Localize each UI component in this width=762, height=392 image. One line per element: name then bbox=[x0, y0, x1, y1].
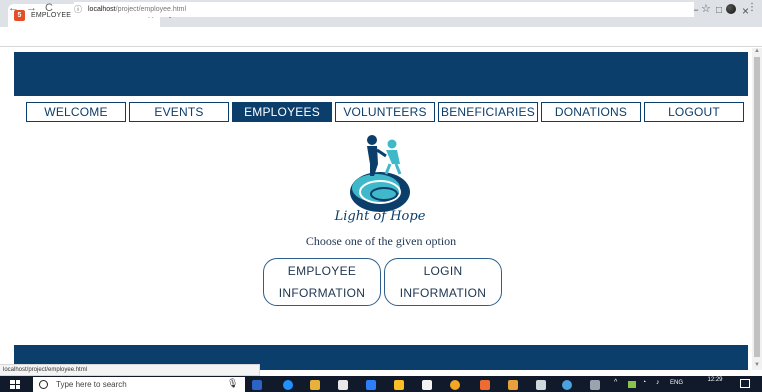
employee-information-label-line2: INFORMATION bbox=[278, 286, 366, 300]
edge-browser-icon[interactable] bbox=[283, 380, 293, 390]
info-icon[interactable]: ⓘ bbox=[74, 4, 82, 15]
maximize-window-button[interactable]: □ bbox=[716, 5, 722, 16]
scroll-down-arrow-icon[interactable]: ▼ bbox=[752, 362, 762, 370]
nav-logout[interactable]: LOGOUT bbox=[644, 102, 744, 122]
volume-icon[interactable]: ♪ bbox=[656, 379, 660, 386]
taskbar-search-input[interactable]: Type here to search bbox=[33, 377, 245, 392]
profile-avatar-icon[interactable] bbox=[726, 4, 736, 14]
task-view-icon[interactable] bbox=[252, 380, 262, 390]
support-app-icon[interactable] bbox=[562, 380, 572, 390]
nav-employees[interactable]: EMPLOYEES bbox=[232, 102, 332, 122]
xampp-icon[interactable] bbox=[480, 380, 490, 390]
main-navigation: WELCOME EVENTS EMPLOYEES VOLUNTEERS BENE… bbox=[26, 102, 744, 122]
reload-icon[interactable]: C bbox=[45, 2, 53, 14]
dropbox-icon[interactable] bbox=[366, 380, 376, 390]
notification-center-icon[interactable] bbox=[740, 379, 750, 388]
page-header-band bbox=[14, 52, 748, 96]
network-icon[interactable]: ◔ bbox=[642, 379, 646, 386]
login-information-button[interactable]: LOGIN INFORMATION bbox=[384, 258, 502, 306]
people-icon[interactable] bbox=[590, 380, 600, 390]
nav-beneficiaries[interactable]: BENEFICIARIES bbox=[438, 102, 538, 122]
login-information-label-line1: LOGIN bbox=[423, 264, 463, 278]
link-status-bar: localhost/project/employee.html bbox=[0, 364, 260, 376]
sublime-text-icon[interactable] bbox=[508, 380, 518, 390]
url-path: /project/employee.html bbox=[115, 6, 187, 13]
address-bar[interactable]: ⓘ localhost /project/employee.html bbox=[74, 2, 694, 17]
choose-option-prompt: Choose one of the given option bbox=[305, 234, 457, 248]
bookmark-star-icon[interactable]: ☆ bbox=[701, 2, 711, 15]
language-indicator[interactable]: ENG bbox=[670, 380, 683, 386]
nav-welcome[interactable]: WELCOME bbox=[26, 102, 126, 122]
taskbar-clock[interactable]: 12:29 bbox=[700, 377, 730, 384]
logo-text: Light of Hope bbox=[334, 209, 426, 224]
windows-start-icon[interactable] bbox=[10, 380, 20, 389]
forward-arrow-icon[interactable]: → bbox=[26, 2, 37, 14]
store-icon[interactable] bbox=[338, 380, 348, 390]
nav-events[interactable]: EVENTS bbox=[129, 102, 229, 122]
browser-menu-icon[interactable]: ⋮ bbox=[747, 2, 757, 13]
scrollbar-thumb[interactable] bbox=[754, 57, 760, 357]
tray-chevron-up-icon[interactable]: ^ bbox=[614, 379, 617, 386]
cortana-search-icon bbox=[39, 380, 48, 389]
taskbar-search-placeholder: Type here to search bbox=[56, 380, 127, 389]
login-information-label-line2: INFORMATION bbox=[399, 286, 487, 300]
url-host: localhost bbox=[88, 6, 116, 13]
microphone-icon[interactable]: 🎙 bbox=[227, 378, 238, 389]
employee-information-button[interactable]: EMPLOYEE INFORMATION bbox=[263, 258, 381, 306]
chrome-icon[interactable] bbox=[450, 380, 460, 390]
nav-volunteers[interactable]: VOLUNTEERS bbox=[335, 102, 435, 122]
file-explorer-icon[interactable] bbox=[310, 380, 320, 390]
employee-information-label-line1: EMPLOYEE bbox=[287, 264, 357, 278]
feather-app-icon[interactable] bbox=[536, 380, 546, 390]
browser-toolbar bbox=[0, 27, 762, 47]
nav-donations[interactable]: DONATIONS bbox=[541, 102, 641, 122]
back-arrow-icon[interactable]: ← bbox=[8, 2, 19, 14]
scroll-up-arrow-icon[interactable]: ▲ bbox=[752, 48, 762, 56]
battery-icon[interactable] bbox=[628, 381, 636, 388]
lightning-app-icon[interactable] bbox=[394, 380, 404, 390]
mail-icon[interactable] bbox=[422, 380, 432, 390]
